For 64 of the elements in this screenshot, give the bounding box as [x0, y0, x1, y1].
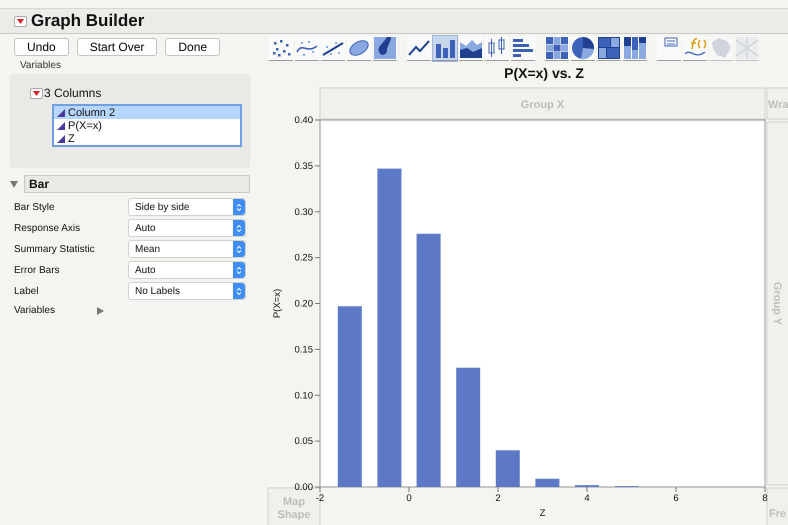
menu-triangle-icon[interactable] — [14, 16, 27, 26]
treemap-icon[interactable] — [597, 36, 621, 61]
dropdown[interactable]: Mean — [128, 240, 246, 258]
line-chart-icon[interactable] — [407, 36, 431, 61]
histogram-icon[interactable] — [511, 36, 535, 61]
option-label: Variables — [14, 305, 55, 316]
stepper-icon — [236, 224, 242, 232]
x-axis-title[interactable]: Z — [540, 508, 546, 519]
area-chart-icon[interactable] — [459, 36, 483, 61]
x-tick-label: 0 — [406, 493, 412, 504]
option-label: Bar Style — [14, 202, 56, 212]
box-plot-icon[interactable] — [485, 36, 509, 61]
dropdown[interactable]: Side by side — [128, 198, 246, 216]
dropdown[interactable]: Auto — [128, 219, 246, 237]
dropdown[interactable]: Auto — [128, 261, 246, 279]
x-tick-label: 4 — [584, 493, 590, 504]
y-tick-label: 0.40 — [294, 115, 313, 126]
x-tick-label: 2 — [495, 493, 501, 504]
option-label: Error Bars — [14, 264, 61, 276]
mosaic-icon[interactable] — [623, 36, 647, 61]
column-item[interactable]: Column 2 — [54, 106, 240, 119]
bar-chart-icon[interactable] — [433, 36, 457, 61]
dropdown[interactable]: No Labels — [128, 282, 246, 300]
expand-triangle-icon[interactable] — [96, 306, 104, 314]
stepper-icon — [236, 286, 242, 296]
formula-icon[interactable] — [683, 36, 707, 61]
y-tick-label: 0.10 — [294, 390, 313, 402]
stepper-icon — [236, 244, 242, 254]
y-tick-label: 0.05 — [294, 436, 313, 448]
graph-title: P(X=x) vs. Z — [503, 65, 585, 83]
option-label: Label — [14, 286, 40, 296]
y-tick-label: 0.30 — [294, 206, 313, 218]
toolbar-button[interactable]: Start Over — [76, 38, 158, 56]
column-item[interactable]: P(X=x) — [54, 119, 240, 132]
option-label: Summary Statistic — [14, 244, 96, 254]
bar — [535, 478, 560, 487]
y-tick-label: 0.00 — [294, 482, 313, 493]
y-tick-label: 0.15 — [294, 344, 313, 356]
contour-icon[interactable] — [373, 36, 397, 61]
disclosure-triangle-icon[interactable] — [10, 180, 18, 188]
bar — [496, 450, 520, 487]
option-label: Response Axis — [14, 222, 82, 234]
pie-chart-icon[interactable] — [571, 36, 595, 61]
heatmap-icon[interactable] — [545, 36, 569, 61]
y-tick-label: 0.20 — [294, 298, 313, 310]
section-header[interactable]: Bar — [24, 175, 250, 193]
smoother-icon[interactable] — [295, 36, 319, 61]
caption-icon[interactable] — [657, 36, 681, 61]
x-tick-label: 6 — [673, 493, 679, 504]
y-tick-label: 0.25 — [294, 252, 313, 264]
stepper-icon — [236, 202, 242, 212]
toolbar-button[interactable]: Done — [165, 38, 220, 56]
x-tick-label: 8 — [762, 493, 768, 504]
y-tick-label: 0.35 — [294, 160, 313, 172]
x-tick-label: -2 — [316, 493, 324, 504]
variables-label: Variables — [20, 60, 62, 71]
toolbar-button[interactable]: Undo — [14, 38, 69, 56]
menu-triangle-icon[interactable] — [30, 88, 43, 98]
y-axis-title[interactable]: P(X=x) — [272, 288, 283, 318]
scatter-icon[interactable] — [269, 36, 293, 61]
column-item[interactable]: Z — [54, 132, 240, 145]
stepper-icon — [236, 266, 242, 274]
columns-group-label[interactable]: 3 Columns — [44, 86, 102, 100]
window-title: Graph Builder — [31, 11, 144, 31]
